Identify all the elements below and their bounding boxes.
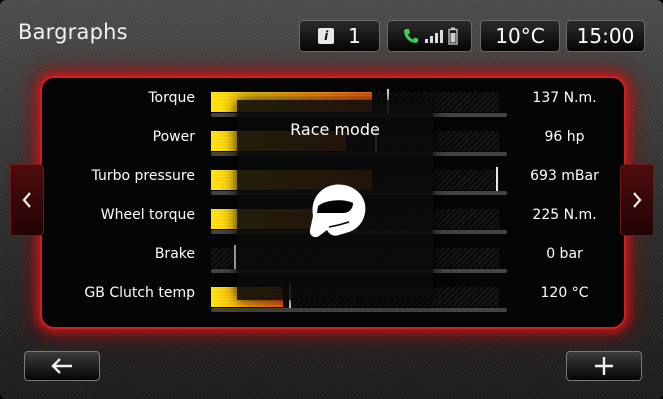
bargraphs-screen: Bargraphs i 1 10°C 15:00 Torque 137 N.m. P… xyxy=(0,0,663,399)
gauge-value: 693 mBar xyxy=(530,168,599,184)
outside-temperature: 10°C xyxy=(480,20,560,52)
gauge-label: Brake xyxy=(154,246,195,262)
battery-icon xyxy=(447,27,458,45)
chevron-left-icon xyxy=(22,192,31,208)
page-title: Bargraphs xyxy=(18,20,128,44)
back-arrow-icon xyxy=(51,358,72,374)
info-count: 1 xyxy=(348,24,361,48)
chevron-right-icon xyxy=(633,192,642,208)
phone-status-button[interactable] xyxy=(387,20,472,52)
back-button[interactable] xyxy=(24,351,100,381)
gauge-label: GB Clutch temp xyxy=(84,285,195,301)
peak-marker xyxy=(234,245,236,269)
gauge-value: 120 °C xyxy=(540,285,589,301)
gauge-label: Power xyxy=(152,129,195,145)
gauge-track xyxy=(211,308,507,312)
add-button[interactable] xyxy=(566,351,642,381)
plus-icon xyxy=(595,357,613,375)
helmet-icon xyxy=(309,184,366,238)
race-mode-title: Race mode xyxy=(290,120,380,139)
gauge-label: Turbo pressure xyxy=(91,168,195,184)
peak-marker xyxy=(496,167,498,191)
previous-page-button[interactable] xyxy=(10,164,44,236)
race-mode-popup: Race mode xyxy=(237,100,433,300)
gauge-label: Wheel torque xyxy=(100,207,195,223)
gauge-value: 96 hp xyxy=(544,129,585,145)
info-notification-button[interactable]: i 1 xyxy=(299,20,380,52)
info-icon: i xyxy=(318,28,335,44)
gauge-value: 137 N.m. xyxy=(532,90,597,106)
gauge-value: 0 bar xyxy=(546,246,583,262)
gauge-value: 225 N.m. xyxy=(532,207,597,223)
clock: 15:00 xyxy=(566,20,645,52)
signal-bars-icon xyxy=(424,30,443,43)
next-page-button[interactable] xyxy=(620,164,654,236)
gauge-label: Torque xyxy=(148,90,195,106)
phone-icon xyxy=(403,29,418,43)
